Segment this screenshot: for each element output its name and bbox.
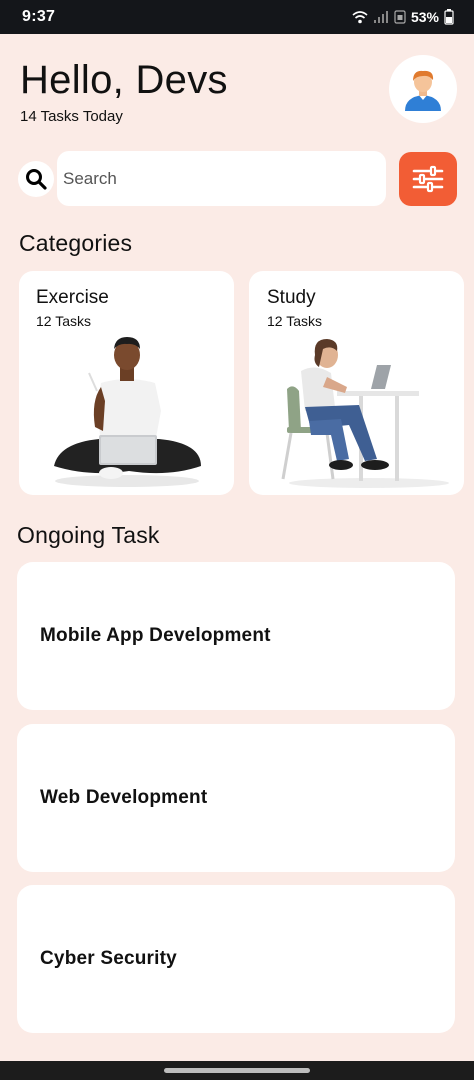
wifi-icon (352, 11, 368, 24)
task-card[interactable]: Cyber Security (17, 885, 455, 1033)
category-title: Study (267, 287, 316, 308)
greeting-title: Hello, Devs (20, 58, 228, 102)
ongoing-task-heading: Ongoing Task (17, 522, 160, 548)
search-icon (26, 169, 47, 190)
filter-button[interactable] (399, 152, 457, 206)
system-navigation-bar (0, 1061, 474, 1080)
task-title: Mobile App Development (40, 625, 271, 646)
tasks-today-count: 14 Tasks Today (20, 108, 123, 125)
battery-icon (444, 9, 454, 25)
avatar[interactable] (389, 55, 457, 123)
category-task-count: 12 Tasks (267, 313, 322, 329)
status-bar: 9:37 53% (0, 0, 474, 34)
category-task-count: 12 Tasks (36, 313, 91, 329)
category-title: Exercise (36, 287, 109, 308)
category-card-study[interactable]: Study 12 Tasks (249, 271, 464, 495)
home-gesture-handle[interactable] (164, 1068, 310, 1073)
person-at-desk-illustration (281, 339, 449, 488)
category-card-exercise[interactable]: Exercise 12 Tasks (19, 271, 234, 495)
task-card[interactable]: Mobile App Development (17, 562, 455, 710)
battery-percent: 53% (410, 9, 439, 25)
search-icon-button[interactable] (18, 161, 54, 197)
sim-icon (394, 10, 406, 24)
task-card[interactable]: Web Development (17, 724, 455, 872)
person-with-laptop-illustration (54, 337, 201, 487)
categories-heading: Categories (19, 230, 133, 256)
status-time: 9:37 (22, 8, 56, 25)
task-title: Cyber Security (40, 948, 177, 969)
task-title: Web Development (40, 787, 208, 808)
user-avatar-icon (405, 70, 441, 111)
signal-icon (373, 11, 388, 23)
sliders-icon (412, 165, 444, 193)
status-icons: 53% (352, 9, 454, 25)
search-input[interactable] (57, 151, 386, 206)
